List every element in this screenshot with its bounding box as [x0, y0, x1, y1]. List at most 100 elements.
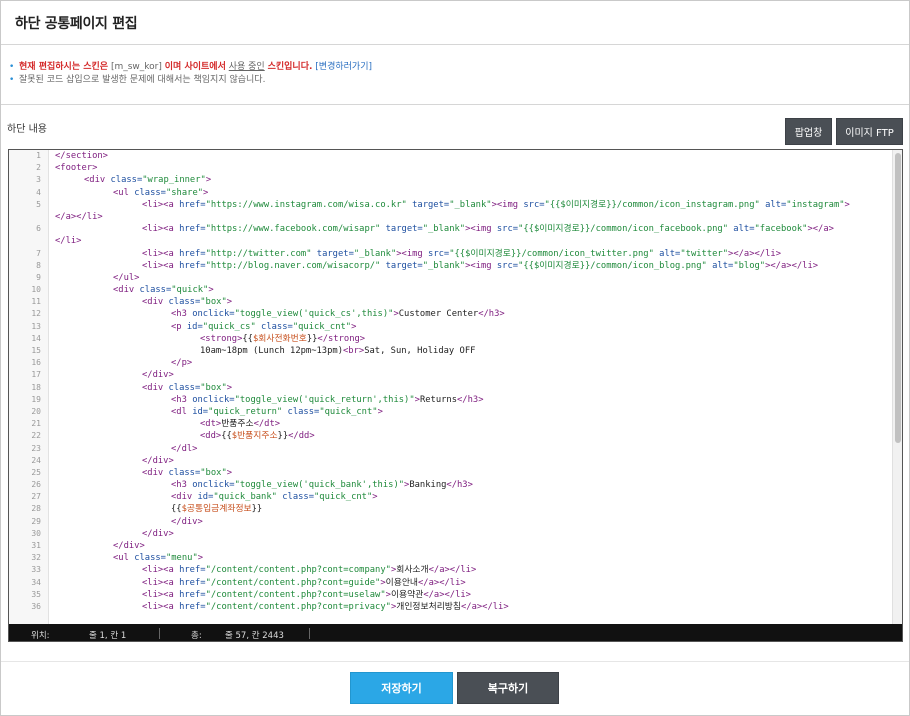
line-number: 26: [31, 480, 41, 490]
code-token: </a></li>: [423, 589, 471, 600]
code-token: "quick_cnt": [319, 406, 378, 417]
code-token: "{{$이미지경로}}/common/icon_facebook.png": [518, 224, 729, 235]
code-line[interactable]: 31 </div>: [9, 540, 893, 552]
line-number: 23: [31, 443, 41, 453]
code-line[interactable]: 35 <li><a href="/content/content.php?cont…: [9, 589, 893, 601]
code-line[interactable]: 9 </ul>: [9, 272, 893, 284]
code-line[interactable]: 3 <div class="wrap_inner">: [9, 174, 893, 186]
notice-middle: 이며 사이트에서: [164, 62, 226, 72]
code-line[interactable]: 26 <h3 onclick="toggle_view('quick_bank',…: [9, 479, 893, 491]
code-line[interactable]: 34 <li><a href="/content/content.php?cont…: [9, 577, 893, 589]
code-line[interactable]: 10 <div class="quick">: [9, 284, 893, 296]
vertical-scrollbar[interactable]: [892, 150, 902, 624]
notice-in-use: 사용 중인: [228, 62, 265, 72]
line-number: 9: [36, 272, 41, 282]
code-line[interactable]: 8 <li><a href="http://blog.naver.com/wisa…: [9, 260, 893, 272]
code-token: <div: [142, 382, 169, 393]
code-token: >: [203, 187, 209, 198]
line-number: 15: [31, 346, 41, 355]
position-label: 위치:: [31, 631, 50, 641]
code-text: <li><a href="http://twitter.com" target=…: [142, 248, 781, 260]
popup-button[interactable]: 팝업창: [785, 118, 832, 145]
code-token: <li><a: [142, 589, 180, 600]
code-line[interactable]: 23 </dl>: [9, 443, 893, 455]
code-line[interactable]: 14 <strong>{{$회사전화번호}}</strong>: [9, 333, 893, 345]
code-token: "box": [200, 297, 227, 308]
code-line[interactable]: 4 <ul class="share">: [9, 187, 893, 199]
code-token: alt=: [728, 224, 755, 235]
line-number: 11: [31, 297, 41, 307]
line-number: 21: [31, 419, 41, 429]
code-token: "https://www.facebook.com/wisapr": [205, 224, 381, 235]
code-line[interactable]: 16 </p>: [9, 357, 893, 369]
code-token: >: [226, 382, 233, 393]
code-line[interactable]: 17 </div>: [9, 369, 893, 381]
code-line[interactable]: 29 </div>: [9, 516, 893, 528]
code-token: src=: [496, 224, 519, 235]
code-token: >: [351, 321, 357, 332]
code-line[interactable]: 32 <ul class="menu">: [9, 552, 893, 564]
code-line[interactable]: 30 </div>: [9, 528, 893, 540]
code-token: "http://twitter.com": [205, 248, 312, 259]
code-token: </strong>: [317, 333, 366, 344]
code-token: <li><a: [142, 260, 180, 271]
code-token: "_blank": [353, 248, 397, 259]
code-line[interactable]: 19 <h3 onclick="toggle_view('quick_return…: [9, 394, 893, 406]
code-line[interactable]: 11 <div class="box">: [9, 296, 893, 308]
code-token: <dl: [171, 406, 193, 417]
code-line[interactable]: </a></li>: [9, 211, 893, 223]
code-token: "toggle_view('quick_return',this)": [234, 394, 415, 405]
line-number: 12: [31, 309, 41, 319]
code-token: href=: [179, 565, 206, 576]
code-line[interactable]: 6 <li><a href="https://www.facebook.com/w…: [9, 223, 893, 235]
code-line[interactable]: 18 <div class="box">: [9, 382, 893, 394]
line-number: 17: [31, 370, 41, 380]
code-line[interactable]: 36 <li><a href="/content/content.php?cont…: [9, 601, 893, 613]
restore-button[interactable]: 복구하기: [457, 672, 559, 704]
code-line[interactable]: 2 <footer>: [9, 162, 893, 174]
code-line[interactable]: 12 <h3 onclick="toggle_view('quick_cs',th…: [9, 308, 893, 320]
image-ftp-button[interactable]: 이미지 FTP: [836, 118, 903, 145]
code-token: "{{$이미지경로}}/common/icon_twitter.png": [449, 248, 654, 259]
code-line[interactable]: 21 <dt>반품주소</dt>: [9, 418, 893, 430]
code-line[interactable]: 5 <li><a href="https://www.instagram.com/…: [9, 199, 893, 211]
save-button[interactable]: 저장하기: [350, 672, 453, 704]
code-line[interactable]: 7 <li><a href="http://twitter.com" target…: [9, 248, 893, 260]
code-text: <h3 onclick="toggle_view('quick_return',…: [171, 394, 484, 406]
line-number: 24: [31, 455, 41, 465]
code-area[interactable]: 1 </section> 2 <footer> 3 <div class="wrap_in…: [9, 150, 893, 624]
line-number: 16: [31, 358, 41, 368]
disclaimer-notice: • 잘못된 코드 삽입으로 발생한 문제에 대해서는 책임지지 않습니다.: [9, 74, 372, 87]
code-token: </h3>: [446, 480, 473, 491]
code-token: href=: [179, 199, 206, 210]
code-line[interactable]: 13 <p id="quick_cs" class="quick_cnt">: [9, 321, 893, 333]
code-token: class=: [134, 553, 166, 564]
line-number: 4: [36, 187, 41, 197]
code-line[interactable]: 20 <dl id="quick_return" class="quick_cnt…: [9, 406, 893, 418]
code-token: >: [844, 199, 850, 210]
code-token: <strong>: [200, 333, 243, 344]
code-editor[interactable]: 1 </section> 2 <footer> 3 <div class="wrap_in…: [8, 149, 903, 642]
code-line[interactable]: 22 <dd>{{$반품지주소}}</dd>: [9, 430, 893, 442]
change-skin-link[interactable]: [변경하러가기]: [315, 62, 372, 72]
code-line[interactable]: 28 {{$공통입금계좌정보}}: [9, 503, 893, 515]
code-line[interactable]: 15 10am~18pm (Lunch 12pm~13pm)<br>Sat, Su…: [9, 345, 893, 357]
code-token: ></a></li>: [765, 260, 819, 271]
code-line[interactable]: 27 <div id="quick_bank" class="quick_cnt"…: [9, 491, 893, 503]
code-token: href=: [179, 601, 206, 612]
code-token: >: [226, 297, 233, 308]
code-line[interactable]: </li>: [9, 235, 893, 247]
code-token: onclick=: [192, 394, 235, 405]
code-line[interactable]: 1 </section>: [9, 150, 893, 162]
code-text: <div class="box">: [142, 296, 232, 308]
code-token: "share": [165, 187, 204, 198]
code-line[interactable]: 25 <div class="box">: [9, 467, 893, 479]
code-text: </dl>: [171, 443, 197, 455]
code-token: id=: [192, 406, 209, 417]
page-title: 하단 공통페이지 편집: [15, 16, 138, 32]
code-line[interactable]: 33 <li><a href="/content/content.php?cont…: [9, 564, 893, 576]
code-token: "quick_cs": [202, 321, 256, 332]
scroll-thumb[interactable]: [895, 153, 901, 443]
code-line[interactable]: 24 </div>: [9, 455, 893, 467]
code-text: </ul>: [113, 272, 139, 284]
